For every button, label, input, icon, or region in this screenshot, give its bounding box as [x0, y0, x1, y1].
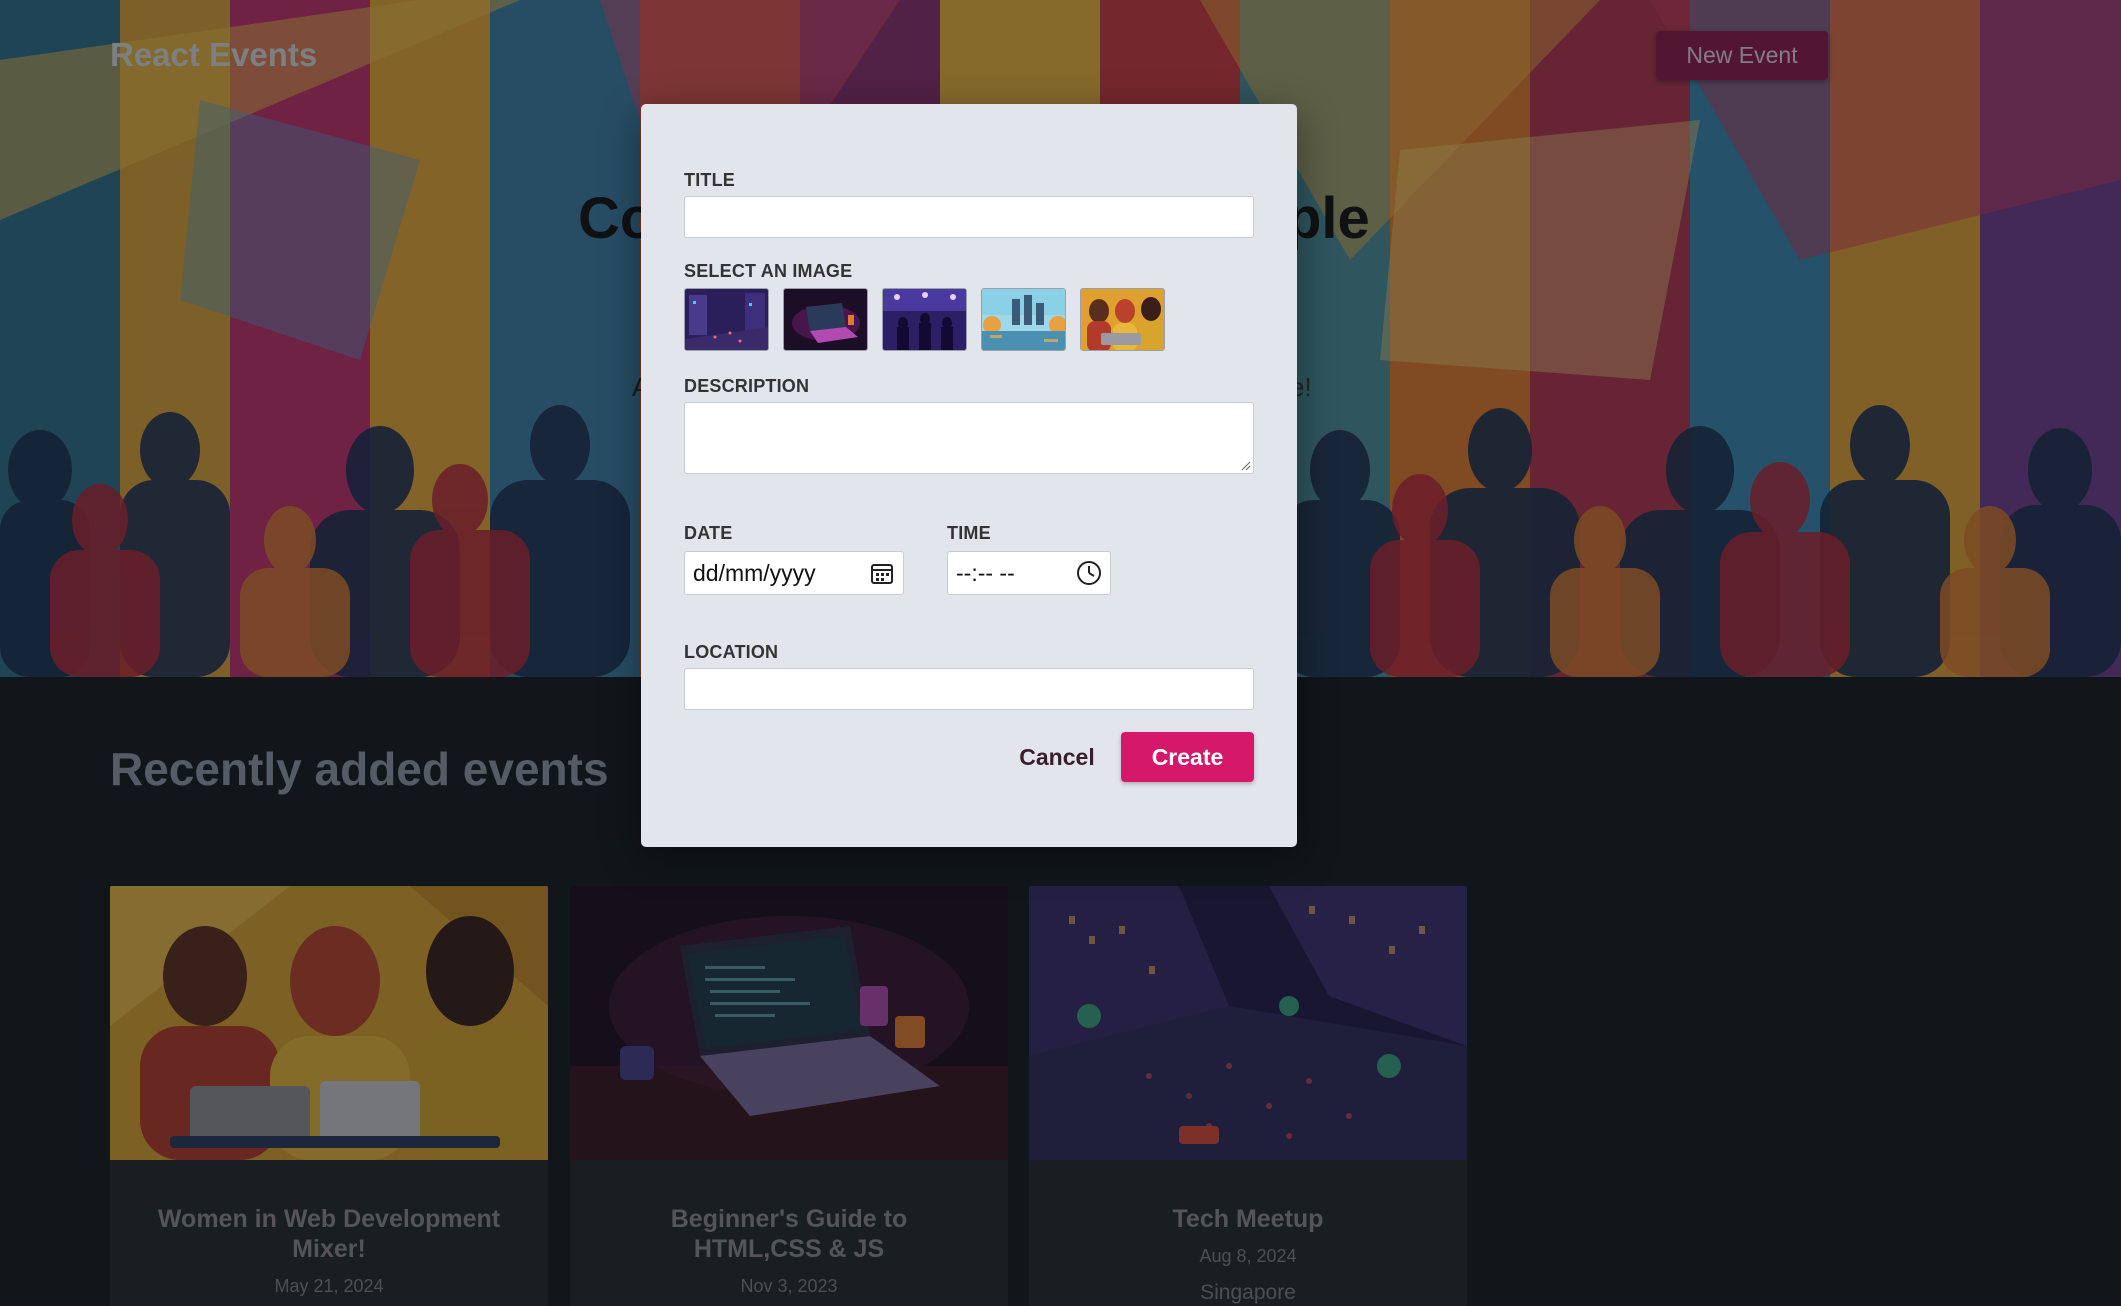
women-laptop-thumbnail-icon — [1081, 289, 1164, 350]
location-label: LOCATION — [684, 642, 779, 662]
image-option-city-night[interactable] — [684, 288, 769, 351]
cancel-button[interactable]: Cancel — [999, 732, 1115, 782]
city-night-thumbnail-icon — [685, 289, 768, 350]
create-button[interactable]: Create — [1121, 732, 1254, 782]
title-input[interactable] — [684, 196, 1254, 238]
laptop-thumbnail-icon — [784, 289, 867, 350]
concert-thumbnail-icon — [883, 289, 966, 350]
location-input[interactable] — [684, 668, 1254, 710]
clock-icon[interactable] — [1076, 560, 1102, 586]
time-input[interactable]: --:-- -- — [947, 551, 1111, 595]
time-placeholder: --:-- -- — [956, 559, 1015, 586]
date-input[interactable]: dd/mm/yyyy — [684, 551, 904, 595]
calendar-icon[interactable] — [869, 560, 895, 586]
city-river-thumbnail-icon — [982, 289, 1065, 350]
description-textarea[interactable] — [684, 402, 1254, 474]
time-label: TIME — [947, 523, 991, 543]
image-option-city-river[interactable] — [981, 288, 1066, 351]
image-option-concert[interactable] — [882, 288, 967, 351]
description-label: DESCRIPTION — [684, 376, 810, 396]
resize-handle-icon[interactable] — [1241, 461, 1251, 471]
new-event-modal: TITLE SELECT AN IMAGE DESCRIPTION DATE d… — [641, 104, 1297, 847]
date-label: DATE — [684, 523, 733, 543]
image-option-laptop[interactable] — [783, 288, 868, 351]
date-placeholder: dd/mm/yyyy — [693, 559, 816, 586]
image-option-women-laptop[interactable] — [1080, 288, 1165, 351]
title-label: TITLE — [684, 170, 735, 190]
image-select-label: SELECT AN IMAGE — [684, 261, 853, 281]
